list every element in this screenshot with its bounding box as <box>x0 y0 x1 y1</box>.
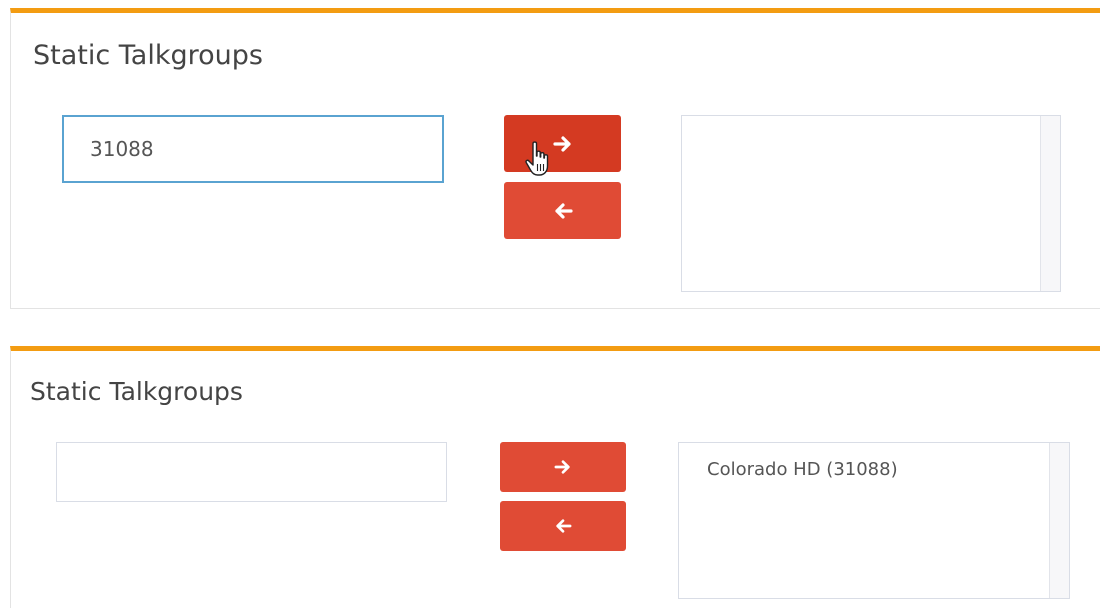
remove-talkgroup-button[interactable] <box>500 501 626 551</box>
panel-title: Static Talkgroups <box>30 377 243 406</box>
arrow-right-icon <box>552 135 571 152</box>
arrow-right-icon <box>554 460 570 474</box>
list-scrollbar[interactable] <box>1040 116 1060 291</box>
screenshot-stage: Static Talkgroups Static Talkgroups <box>0 0 1100 608</box>
static-talkgroups-panel-after: Static Talkgroups Colorado HD (31088) <box>10 346 1100 608</box>
remove-talkgroup-button[interactable] <box>504 182 621 239</box>
add-talkgroup-button[interactable] <box>504 115 621 172</box>
add-talkgroup-button[interactable] <box>500 442 626 492</box>
list-item[interactable]: Colorado HD (31088) <box>707 459 898 480</box>
talkgroup-search-input[interactable] <box>56 442 447 502</box>
arrow-left-icon <box>556 519 572 533</box>
talkgroup-search-input[interactable] <box>62 115 444 183</box>
static-talkgroups-panel-before: Static Talkgroups <box>10 8 1100 309</box>
list-scrollbar[interactable] <box>1049 443 1069 598</box>
arrow-left-icon <box>554 202 573 219</box>
selected-talkgroups-list[interactable]: Colorado HD (31088) <box>678 442 1070 599</box>
selected-talkgroups-list[interactable] <box>681 115 1061 292</box>
panel-title: Static Talkgroups <box>33 40 263 71</box>
